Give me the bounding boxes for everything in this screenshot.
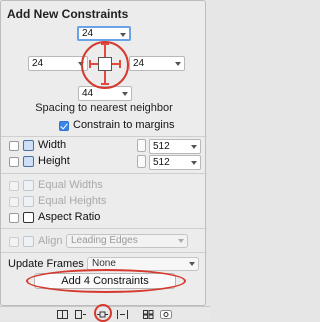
constrain-to-margins-checkbox[interactable] <box>59 121 69 131</box>
constrain-to-margins-label: Constrain to margins <box>73 119 175 131</box>
chevron-down-icon[interactable] <box>120 33 126 37</box>
height-value-field[interactable]: 512 <box>149 155 201 170</box>
aspect-ratio-label: Aspect Ratio <box>38 211 101 223</box>
equal-widths-icon <box>23 180 34 191</box>
aspect-ratio-icon <box>23 212 34 223</box>
width-label: Width <box>38 139 67 151</box>
equal-heights-icon <box>23 196 34 207</box>
button-highlight-ellipse <box>26 269 186 293</box>
align-label: Align <box>38 235 63 247</box>
equal-heights-checkbox[interactable] <box>9 197 19 207</box>
align-select[interactable]: Leading Edges <box>66 234 188 248</box>
resizing-icon[interactable] <box>117 310 128 319</box>
top-spacing-value: 24 <box>82 28 94 39</box>
divider <box>1 228 207 229</box>
divider <box>1 173 207 174</box>
width-value: 512 <box>153 141 170 152</box>
chevron-down-icon[interactable] <box>178 239 184 243</box>
height-icon <box>23 156 34 167</box>
width-stepper[interactable] <box>137 139 146 152</box>
left-spacing-value: 24 <box>32 58 44 69</box>
pin-button-highlight-circle <box>94 304 112 322</box>
equal-heights-label: Equal Heights <box>38 195 107 207</box>
width-checkbox[interactable] <box>9 141 19 151</box>
panel-title: Add New Constraints <box>7 7 129 21</box>
height-checkbox[interactable] <box>9 157 19 167</box>
left-spacing-field[interactable]: 24 <box>28 56 88 71</box>
chevron-down-icon[interactable] <box>191 161 197 165</box>
width-value-field[interactable]: 512 <box>149 139 201 154</box>
add-constraints-popover: Add New Constraints 24 24 24 44 Spacing … <box>0 0 207 306</box>
pin-highlight-circle <box>81 41 129 89</box>
align-select-value: Leading Edges <box>71 235 138 246</box>
align-icon[interactable] <box>57 310 68 319</box>
align-checkbox[interactable] <box>9 237 19 247</box>
spacing-caption: Spacing to nearest neighbor <box>35 102 173 114</box>
bottom-spacing-value: 44 <box>82 88 94 99</box>
right-spacing-field[interactable]: 24 <box>129 56 185 71</box>
width-icon <box>23 140 34 151</box>
aspect-ratio-checkbox[interactable] <box>9 213 19 223</box>
height-label: Height <box>38 155 70 167</box>
chevron-down-icon[interactable] <box>122 92 128 96</box>
height-value: 512 <box>153 157 170 168</box>
pin-icon-layout[interactable] <box>75 310 86 319</box>
view-as-icon[interactable] <box>143 310 154 319</box>
height-stepper[interactable] <box>137 155 146 168</box>
divider <box>1 252 207 253</box>
bottom-toolbar <box>0 304 210 322</box>
status-icon[interactable] <box>160 310 172 319</box>
equal-widths-label: Equal Widths <box>38 179 103 191</box>
chevron-down-icon[interactable] <box>189 262 195 266</box>
align-icon <box>23 236 34 247</box>
chevron-down-icon[interactable] <box>191 145 197 149</box>
update-frames-label: Update Frames <box>8 258 84 270</box>
chevron-down-icon[interactable] <box>175 62 181 66</box>
right-spacing-value: 24 <box>133 58 145 69</box>
equal-widths-checkbox[interactable] <box>9 181 19 191</box>
update-frames-value: None <box>92 258 116 269</box>
divider <box>1 136 207 137</box>
top-spacing-field[interactable]: 24 <box>77 26 131 41</box>
